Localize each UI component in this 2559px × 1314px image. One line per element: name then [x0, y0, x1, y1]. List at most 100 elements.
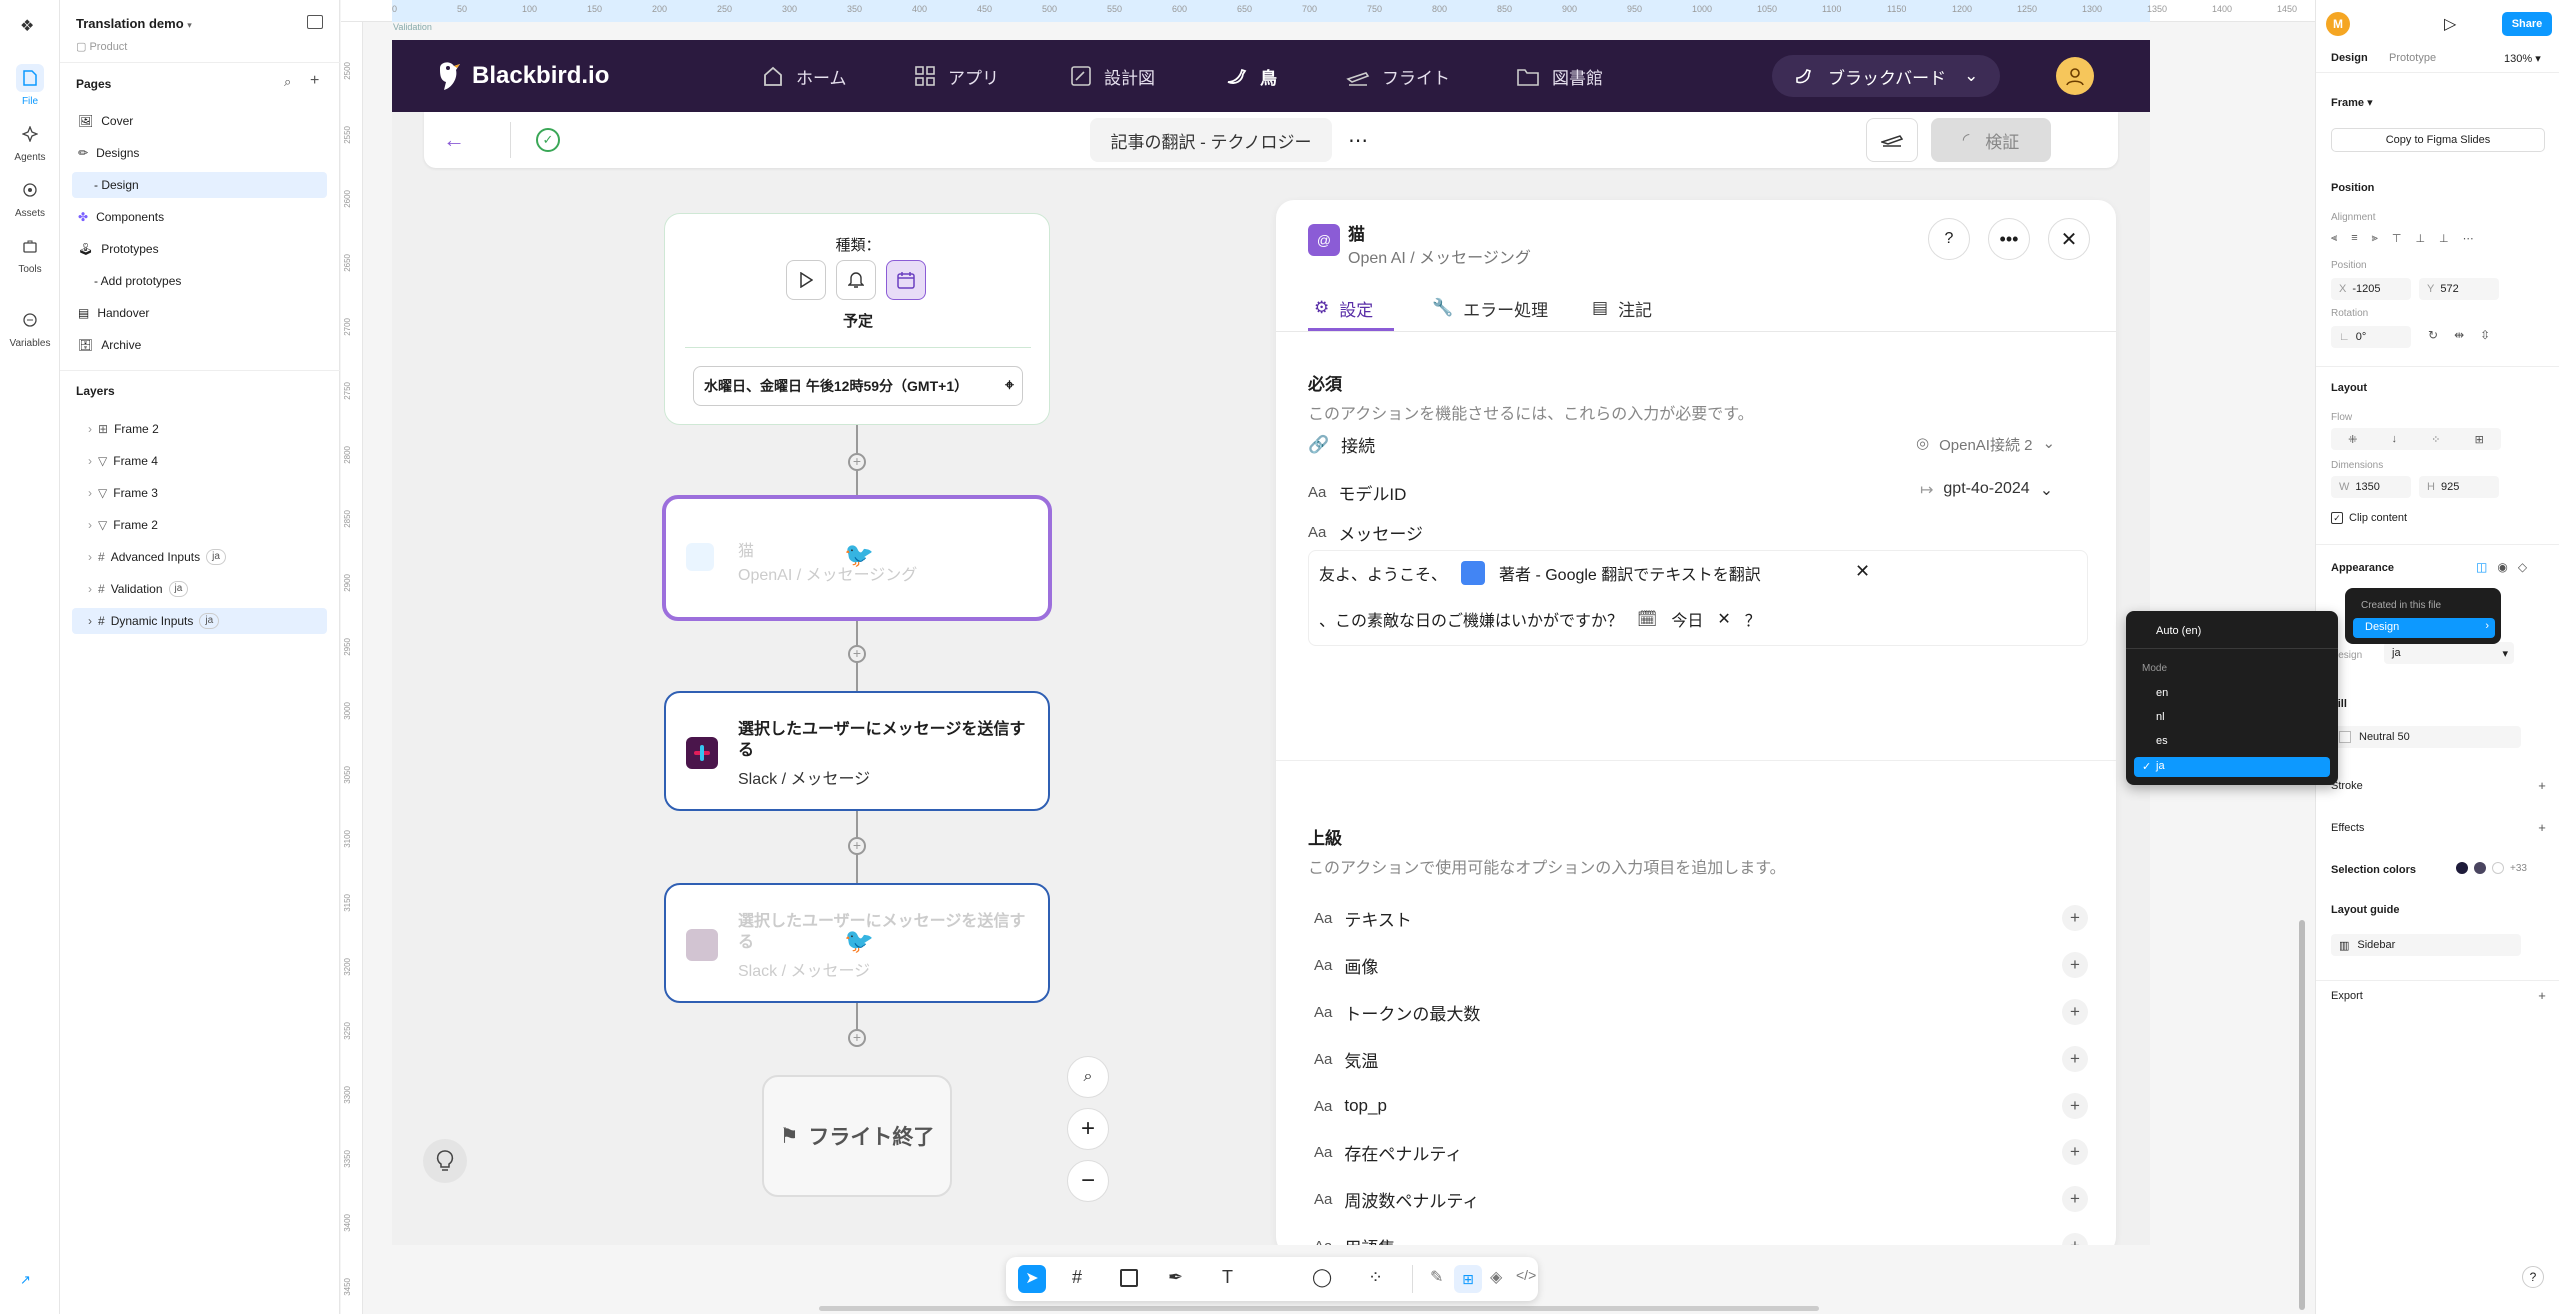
zoom-level[interactable]: 130% ▾: [2504, 52, 2541, 65]
page-item-archive[interactable]: 🗄 Archive: [72, 332, 327, 358]
height-input[interactable]: H 925: [2419, 476, 2499, 498]
layer-row-selected[interactable]: › # Dynamic Inputs ja: [72, 608, 327, 634]
more-options-icon[interactable]: ⋯: [1336, 118, 1380, 162]
actions-tool-icon[interactable]: ⁘: [1368, 1267, 1383, 1288]
page-item-handover[interactable]: ▤ Handover: [72, 300, 327, 326]
add-page-icon[interactable]: +: [310, 72, 319, 90]
rail-variables[interactable]: Variables: [0, 306, 60, 349]
user-avatar[interactable]: M: [2326, 12, 2350, 36]
draw-mode-icon[interactable]: ✎: [1430, 1267, 1443, 1287]
add-input-button[interactable]: +: [2062, 1233, 2088, 1245]
mode-option-en[interactable]: en: [2156, 687, 2168, 699]
appearance-tools[interactable]: ◫ ◉ ◇: [2476, 560, 2527, 574]
flight-end-node[interactable]: ⚑ フライト終了: [762, 1075, 952, 1197]
mode-select[interactable]: ja ▾: [2384, 642, 2514, 664]
mode-option-es[interactable]: es: [2156, 735, 2168, 747]
rail-file[interactable]: File: [0, 64, 60, 107]
manual-trigger-button[interactable]: [786, 260, 826, 300]
code-mode-icon[interactable]: </>: [1516, 1267, 1536, 1283]
help-icon[interactable]: ?: [2522, 1266, 2544, 1288]
layer-row[interactable]: › # Validation ja: [72, 576, 327, 602]
tab-design[interactable]: Design: [2331, 52, 2368, 64]
search-icon[interactable]: ⌕: [284, 74, 291, 90]
rail-agents[interactable]: Agents: [0, 120, 60, 163]
add-input-button[interactable]: +: [2062, 1186, 2088, 1212]
copy-to-slides-button[interactable]: Copy to Figma Slides: [2331, 128, 2545, 152]
user-avatar[interactable]: [2056, 57, 2094, 95]
add-stroke-icon[interactable]: +: [2534, 778, 2550, 794]
sidebar-toggle-icon[interactable]: [307, 15, 323, 29]
nav-birds[interactable]: 鳥: [1224, 40, 1277, 112]
flow-toggle[interactable]: ⁜ ↓ ⁘ ⊞: [2331, 428, 2501, 450]
action-node-slack-ghost[interactable]: 選択したユーザーにメッセージを送信する Slack / メッセージ 🐦: [664, 883, 1050, 1003]
present-play-icon[interactable]: ▷: [2444, 14, 2456, 34]
design-mode-icon[interactable]: ⊞: [1454, 1265, 1482, 1293]
x-input[interactable]: X -1205: [2331, 278, 2411, 300]
frame-selector[interactable]: Frame ▾: [2331, 96, 2373, 109]
variable-chip[interactable]: 著者 - Google 翻訳でテキストを翻訳: [1499, 561, 1761, 585]
app-logo[interactable]: Blackbird.io: [436, 58, 609, 94]
remove-chip-icon[interactable]: ✕: [1717, 609, 1730, 629]
rail-tools[interactable]: Tools: [0, 232, 60, 275]
page-item-cover[interactable]: 🖼 Cover: [72, 108, 327, 134]
close-panel-button[interactable]: ✕: [2048, 218, 2090, 260]
layer-row[interactable]: › ▽ Frame 2: [72, 512, 327, 538]
rail-assets[interactable]: Assets: [0, 176, 60, 219]
page-item-designs[interactable]: ✏ Designs: [72, 140, 327, 166]
message-input[interactable]: 友よ、ようこそ、 著者 - Google 翻訳でテキストを翻訳 ✕ 、この素敵な…: [1308, 550, 2088, 646]
frame-tool-icon[interactable]: #: [1072, 1267, 1082, 1288]
add-effect-icon[interactable]: +: [2534, 820, 2550, 836]
clip-content-checkbox[interactable]: ✓ Clip content: [2331, 512, 2407, 524]
mode-option-nl[interactable]: nl: [2156, 711, 2165, 723]
shape-tool-icon[interactable]: [1120, 1269, 1138, 1287]
schedule-trigger-button[interactable]: [886, 260, 926, 300]
pen-tool-icon[interactable]: ✒: [1168, 1267, 1183, 1288]
transform-buttons[interactable]: ↻ ⇹ ⇳: [2428, 328, 2490, 342]
nav-blueprints[interactable]: 設計図: [1070, 40, 1155, 112]
tab-notes[interactable]: ▤ 注記: [1592, 288, 1652, 328]
back-arrow-icon[interactable]: ←: [434, 120, 474, 160]
fill-style[interactable]: Neutral 50: [2331, 726, 2521, 748]
panel-more-button[interactable]: •••: [1988, 218, 2030, 260]
add-step-icon[interactable]: +: [848, 1029, 866, 1047]
page-item-design[interactable]: - Design: [72, 172, 327, 198]
add-input-button[interactable]: +: [2062, 1093, 2088, 1119]
mode-auto-option[interactable]: Auto (en): [2156, 625, 2201, 637]
add-step-icon[interactable]: +: [848, 645, 866, 663]
add-input-button[interactable]: +: [2062, 952, 2088, 978]
comment-tool-icon[interactable]: ◯: [1312, 1267, 1332, 1288]
tab-error-handling[interactable]: 🔧 エラー処理: [1432, 288, 1548, 328]
trigger-node[interactable]: 種類： 予定 水曜日、金曜日 午後12時59分（GMT+1） ⌖: [664, 213, 1050, 425]
nav-flights[interactable]: フライト: [1346, 40, 1450, 112]
action-node-slack[interactable]: 選択したユーザーにメッセージを送信する Slack / メッセージ: [664, 691, 1050, 811]
layout-guide-select[interactable]: ▥ Sidebar: [2331, 934, 2521, 956]
mode-option-ja-selected[interactable]: ✓ ja: [2134, 757, 2330, 777]
add-input-button[interactable]: +: [2062, 1139, 2088, 1165]
submenu-design-item[interactable]: Design ›: [2353, 618, 2495, 638]
nav-home[interactable]: ホーム: [762, 40, 847, 112]
verify-button[interactable]: ◜ 検証: [1931, 118, 2051, 162]
rotation-input[interactable]: ∟ 0°: [2331, 326, 2411, 348]
dev-mode-icon[interactable]: ◈: [1490, 1267, 1502, 1287]
tips-button[interactable]: [423, 1139, 467, 1183]
schedule-field[interactable]: 水曜日、金曜日 午後12時59分（GMT+1） ⌖: [693, 366, 1023, 406]
nav-apps[interactable]: アプリ: [914, 40, 999, 112]
alignment-buttons[interactable]: ⫷ ≡ ⫸ ⊤ ⊥ ⊥ ⋯: [2331, 232, 2541, 248]
add-step-icon[interactable]: +: [848, 453, 866, 471]
add-step-icon[interactable]: +: [848, 837, 866, 855]
runs-button[interactable]: [1866, 118, 1918, 162]
page-item-prototypes[interactable]: 🕹 Prototypes: [72, 236, 327, 262]
tab-prototype[interactable]: Prototype: [2389, 52, 2436, 64]
figma-menu-icon[interactable]: ❖: [20, 16, 34, 36]
zoom-fit-button[interactable]: ⌕: [1067, 1056, 1109, 1098]
date-chip[interactable]: 今日: [1671, 607, 1703, 631]
action-node-openai[interactable]: 猫 OpenAI / メッセージング 🐦: [662, 495, 1052, 621]
vertical-scrollbar[interactable]: [2299, 920, 2305, 1310]
page-item-add-prototypes[interactable]: - Add prototypes: [72, 268, 327, 294]
file-title[interactable]: Translation demo ▾: [76, 16, 192, 31]
tab-settings[interactable]: ⚙ 設定: [1314, 288, 1373, 328]
width-input[interactable]: W 1350: [2331, 476, 2411, 498]
frame-name-label[interactable]: Validation: [393, 22, 432, 32]
remove-chip-icon[interactable]: ✕: [1855, 561, 1870, 582]
connection-select[interactable]: ◎ OpenAI接続 2 ⌄: [1916, 434, 2055, 455]
